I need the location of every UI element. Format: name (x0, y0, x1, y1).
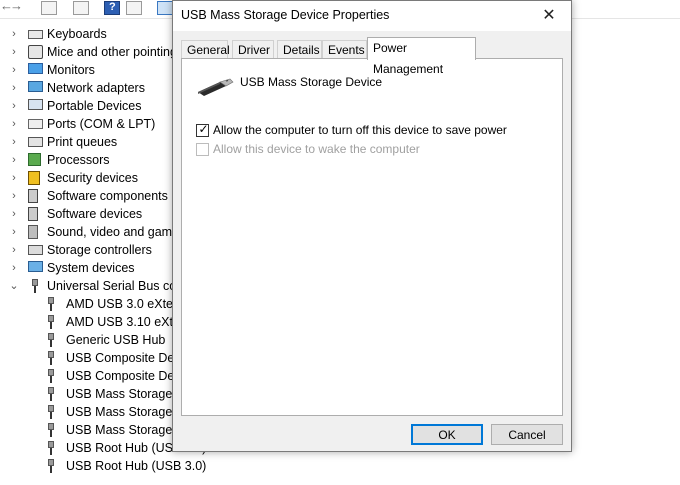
tab-power-management[interactable]: Power Management (367, 37, 476, 76)
cancel-button[interactable]: Cancel (491, 424, 563, 445)
usb-icon (48, 351, 54, 365)
security-device-icon (28, 171, 40, 185)
port-icon (28, 119, 43, 129)
chevron-right-icon[interactable]: › (8, 115, 20, 133)
tree-category-label: Processors (47, 153, 110, 167)
tree-device-label: USB Root Hub (USB 3.0) (66, 459, 207, 473)
dialog-title: USB Mass Storage Device Properties (181, 8, 390, 22)
ok-button[interactable]: OK (411, 424, 483, 445)
monitor-icon (28, 63, 43, 74)
chevron-right-icon[interactable]: › (8, 43, 20, 61)
tree-category-label: Security devices (47, 171, 139, 185)
tab-events[interactable]: Events (322, 40, 367, 59)
chevron-right-icon[interactable]: › (8, 187, 20, 205)
usb-icon (48, 333, 54, 347)
tree-category-label: Monitors (47, 63, 95, 77)
tree-category-label: Storage controllers (47, 243, 152, 257)
usb-icon (48, 459, 54, 473)
usb-icon (48, 423, 54, 437)
chevron-right-icon[interactable]: › (8, 241, 20, 259)
forward-arrow-icon[interactable]: → (10, 0, 26, 14)
usb-mass-storage-properties-dialog: USB Mass Storage Device Properties ✕ Gen… (172, 0, 572, 452)
properties-icon[interactable] (73, 1, 89, 15)
chevron-right-icon[interactable]: › (8, 25, 20, 43)
chevron-right-icon[interactable]: › (8, 259, 20, 277)
allow-turn-off-label[interactable]: Allow the computer to turn off this devi… (213, 123, 507, 138)
software-component-icon (28, 189, 38, 203)
power-management-panel: USB Mass Storage Device ✓ Allow the comp… (181, 58, 563, 416)
tab-details[interactable]: Details (277, 40, 322, 59)
tree-category-label: Network adapters (47, 81, 145, 95)
help-icon[interactable]: ? (104, 1, 120, 15)
portable-device-icon (28, 99, 43, 110)
usb-icon (48, 441, 54, 455)
close-icon[interactable]: ✕ (527, 1, 571, 29)
tree-category-label: Keyboards (47, 27, 107, 41)
update-driver-icon[interactable] (126, 1, 142, 15)
usb-icon (48, 405, 54, 419)
tree-category-label: System devices (47, 261, 135, 275)
usb-drive-icon (196, 76, 236, 98)
mouse-icon (28, 45, 43, 59)
tree-category-label: Software devices (47, 207, 143, 221)
chevron-right-icon[interactable]: › (8, 151, 20, 169)
chevron-right-icon[interactable]: › (8, 133, 20, 151)
usb-icon (48, 369, 54, 383)
sound-icon (28, 225, 38, 239)
processor-icon (28, 153, 41, 166)
tree-category-label: Print queues (47, 135, 118, 149)
printer-icon (28, 137, 43, 147)
usb-icon (48, 297, 54, 311)
show-hide-console-tree-icon[interactable] (41, 1, 57, 15)
tree-category-label: Ports (COM & LPT) (47, 117, 156, 131)
chevron-right-icon[interactable]: › (8, 79, 20, 97)
chevron-right-icon[interactable]: › (8, 61, 20, 79)
chevron-right-icon[interactable]: › (8, 97, 20, 115)
allow-wake-label: Allow this device to wake the computer (213, 142, 420, 156)
checkmark-icon: ✓ (198, 122, 209, 136)
storage-controller-icon (28, 245, 43, 255)
tab-driver[interactable]: Driver (232, 40, 274, 59)
chevron-right-icon[interactable]: › (8, 169, 20, 187)
dialog-title-bar[interactable]: USB Mass Storage Device Properties ✕ (173, 1, 571, 31)
allow-turn-off-checkbox[interactable]: ✓ (196, 122, 209, 137)
chevron-right-icon[interactable]: › (8, 223, 20, 241)
device-name: USB Mass Storage Device (240, 75, 383, 89)
system-device-icon (28, 261, 43, 272)
scan-hardware-icon[interactable] (157, 1, 173, 15)
tab-general[interactable]: General (181, 40, 230, 59)
tree-device-label: Generic USB Hub (66, 333, 166, 347)
usb-icon (48, 387, 54, 401)
allow-wake-checkbox (196, 143, 209, 156)
tree-category-label: Portable Devices (47, 99, 142, 113)
usb-icon (48, 315, 54, 329)
chevron-right-icon[interactable]: › (8, 205, 20, 223)
chevron-down-icon[interactable]: ⌄ (8, 277, 20, 295)
software-device-icon (28, 207, 38, 221)
tree-category-label: Software components (47, 189, 168, 203)
keyboard-icon (28, 30, 43, 39)
network-adapter-icon (28, 81, 43, 92)
usb-icon (28, 279, 38, 293)
